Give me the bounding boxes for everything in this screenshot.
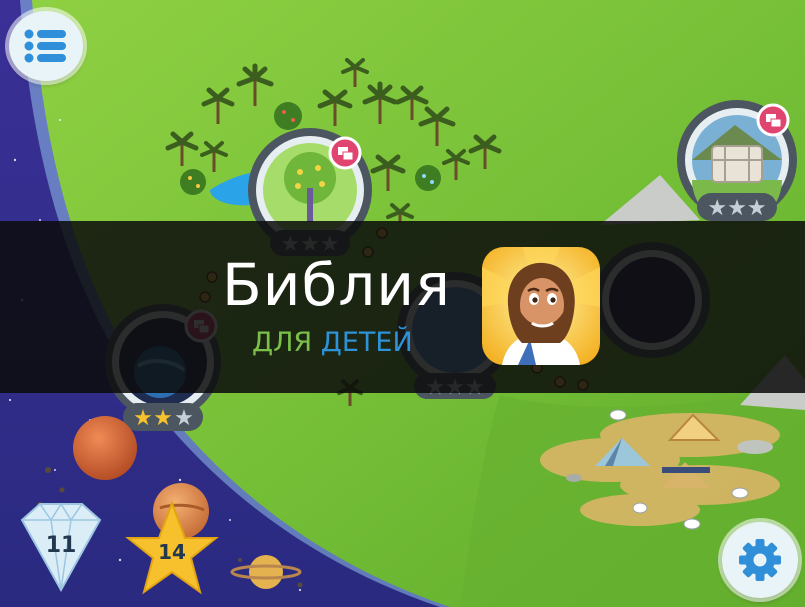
svg-text:★★★: ★★★ [707, 196, 766, 221]
app-title: Библия [222, 251, 451, 319]
jesus-character-icon [482, 247, 600, 365]
gems-count: 11 [46, 533, 77, 558]
svg-text:★: ★ [153, 406, 173, 431]
subtitle-part1: ДЛЯ [252, 327, 313, 358]
star-rating-planets: ★ ★ ★ [123, 403, 203, 431]
stars-count: 14 [158, 540, 186, 564]
app-subtitle: ДЛЯ ДЕТЕЙ [252, 326, 413, 360]
gear-icon [739, 539, 781, 581]
menu-button[interactable] [9, 11, 83, 81]
svg-text:★: ★ [174, 406, 194, 431]
svg-text:★: ★ [133, 406, 153, 431]
star-rating-altar: ★★★ [697, 193, 777, 221]
settings-button[interactable] [722, 522, 798, 598]
app-logo [482, 247, 600, 365]
list-menu-icon [24, 29, 66, 63]
subtitle-part2: ДЕТЕЙ [320, 327, 413, 358]
